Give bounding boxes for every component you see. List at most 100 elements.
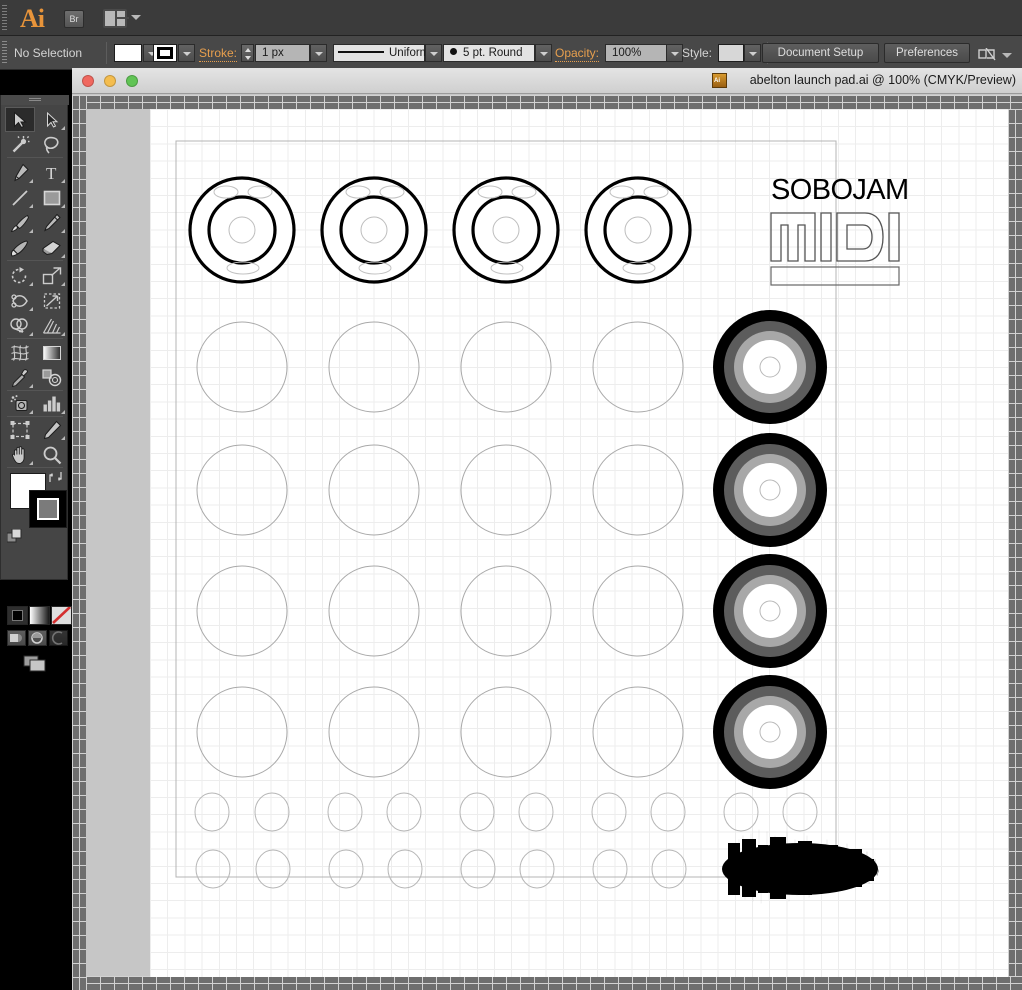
stroke-profile-dropdown[interactable] [425,44,442,62]
filled-knob [713,433,827,547]
overflow-chevron-icon[interactable] [1002,53,1012,58]
hand-tool[interactable] [5,442,35,467]
plain-pad [328,444,420,536]
canvas-area[interactable]: SOBOJAM [150,109,1008,977]
stroke-weight-dropdown[interactable] [310,44,327,62]
eyedropper-tool[interactable] [5,365,35,390]
symbol-sprayer-tool[interactable] [5,391,35,416]
none-icon[interactable] [51,606,72,625]
rotate-tool[interactable] [5,263,35,288]
document-window: abelton launch pad.ai @ 100% (CMYK/Previ… [72,68,1022,990]
graphic-style-swatch[interactable] [718,44,744,62]
zoom-tool[interactable] [37,442,67,467]
small-pad [460,849,496,889]
fill-color-swatch[interactable] [114,44,142,62]
stroke-profile-select[interactable]: Uniform [333,44,429,62]
shape-builder-tool[interactable] [5,313,35,338]
stroke-weight-label[interactable]: Stroke: [199,46,238,62]
vertical-ruler[interactable] [72,95,86,990]
change-screen-mode-icon[interactable] [1,653,67,675]
small-pad [518,792,554,832]
small-pad [195,849,231,889]
outlined-knob [584,176,692,284]
blend-tool[interactable] [37,365,67,390]
brush-definition-select[interactable]: 5 pt. Round [443,44,535,62]
type-tool[interactable]: T [37,160,67,185]
uniform-profile-icon [338,51,384,53]
eraser-tool[interactable] [37,235,67,260]
brush-definition-dropdown[interactable] [535,44,552,62]
plain-pad [196,321,288,413]
color-icon[interactable] [7,606,28,625]
arrange-documents-icon[interactable] [103,9,129,28]
stroke-weight-stepper[interactable] [241,44,254,62]
sobojam-logo: SOBOJAM [770,174,909,286]
controlbar-grip[interactable] [2,41,7,65]
opacity-dropdown[interactable] [666,44,683,62]
lasso-tool[interactable] [37,132,67,157]
logo-midi-mark [770,212,900,262]
zoom-button[interactable] [126,75,138,87]
gradient-icon[interactable] [29,606,50,625]
plain-pad [592,321,684,413]
draw-normal-icon[interactable] [7,630,26,646]
paintbrush-tool[interactable] [5,210,35,235]
preferences-button[interactable]: Preferences [884,43,970,63]
appbar-grip[interactable] [2,5,7,31]
selection-tool[interactable] [5,107,35,132]
right-ruler [1008,109,1022,977]
scale-tool[interactable] [37,263,67,288]
graphic-style-dropdown[interactable] [744,44,761,62]
brush-definition-label: 5 pt. Round [463,47,523,59]
panel-overflow-icon[interactable] [978,48,996,62]
flyout-indicator-icon [29,282,33,286]
tool-divider-1 [7,157,63,158]
flyout-indicator-icon [61,204,65,208]
horizontal-ruler[interactable] [72,95,1022,109]
close-button[interactable] [82,75,94,87]
tool-divider-2 [7,260,63,261]
slice-tool[interactable] [37,417,67,442]
gradient-tool[interactable] [37,340,67,365]
magic-wand-tool[interactable] [5,132,35,157]
small-pad [255,849,291,889]
free-transform-tool[interactable] [37,288,67,313]
width-tool[interactable] [5,288,35,313]
pencil-tool[interactable] [37,210,67,235]
column-graph-tool[interactable] [37,391,67,416]
launch-bridge-button[interactable]: Br [64,10,84,28]
rectangle-tool[interactable] [37,185,67,210]
stroke-weight-input[interactable]: 1 px [255,44,310,62]
blob-brush-tool[interactable] [5,235,35,260]
draw-inside-icon[interactable] [49,630,68,646]
divider-1 [106,42,107,64]
perspective-grid-tool[interactable] [37,313,67,338]
swap-fill-stroke-icon[interactable] [48,470,63,484]
document-setup-button[interactable]: Document Setup [762,43,879,63]
minimize-button[interactable] [104,75,116,87]
plain-pad [592,686,684,778]
opacity-input[interactable]: 100% [605,44,667,62]
small-pad [782,792,818,832]
stroke-dropdown[interactable] [178,44,195,62]
opacity-label[interactable]: Opacity: [555,46,600,62]
document-titlebar[interactable]: abelton launch pad.ai @ 100% (CMYK/Previ… [72,68,1022,94]
tools-panel-grip[interactable] [1,95,69,105]
tools-panel: T [0,95,72,672]
stroke-color-indicator[interactable] [29,490,67,528]
flyout-indicator-icon [29,204,33,208]
mesh-tool[interactable] [5,340,35,365]
artboard-tool[interactable] [5,417,35,442]
default-fill-stroke-icon[interactable] [7,529,23,545]
direct-selection-tool[interactable] [37,107,67,132]
plain-pad [460,321,552,413]
pen-tool[interactable] [5,160,35,185]
line-segment-tool[interactable] [5,185,35,210]
filled-knob [713,554,827,668]
filled-knob-group [713,310,827,789]
chevron-down-icon[interactable] [131,15,141,20]
small-pad [328,849,364,889]
stroke-color-swatch[interactable] [153,44,177,62]
flyout-indicator-icon [61,179,65,183]
draw-behind-icon[interactable] [28,630,47,646]
